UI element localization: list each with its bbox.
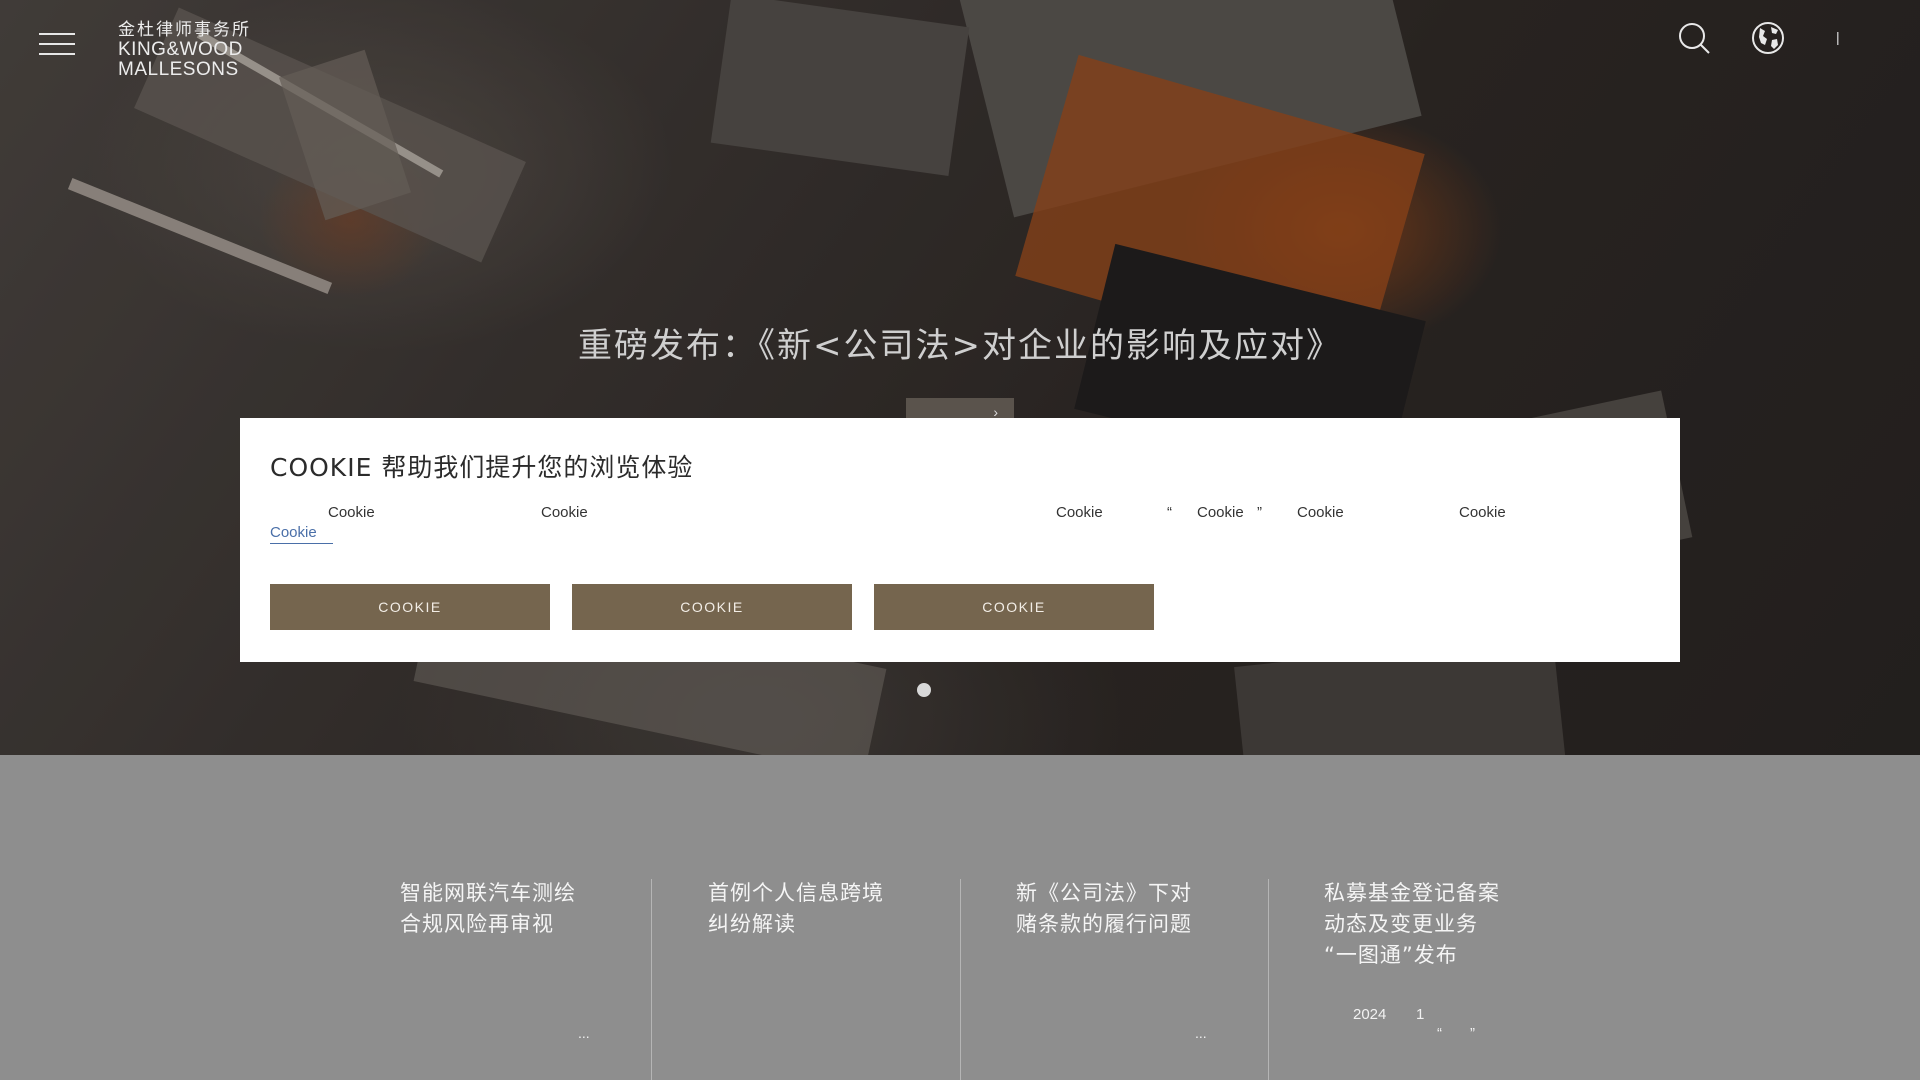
site-logo[interactable]: 金杜律师事务所 KING&WOOD MALLESONS: [118, 20, 258, 80]
news-card[interactable]: 新《公司法》下对 赌条款的履行问题: [1016, 878, 1206, 940]
news-title-line: 赌条款的履行问题: [1016, 912, 1192, 936]
menu-icon[interactable]: [39, 32, 75, 56]
cookie-body-text: Cookie: [541, 504, 588, 521]
news-title-line: “一图通”发布: [1324, 943, 1458, 967]
news-divider: [651, 879, 652, 1080]
news-quote-open: “: [1437, 1025, 1442, 1042]
news-title-line: 合规风险再审视: [400, 912, 554, 936]
news-title-line: 新《公司法》下对: [1016, 881, 1192, 905]
logo-english-line1: KING&WOOD: [118, 39, 243, 60]
hero-title[interactable]: 重磅发布：《新<公司法>对企业的影响及应对》: [0, 318, 1920, 367]
globe-icon[interactable]: [1751, 21, 1785, 55]
news-section: 智能网联汽车测绘 合规风险再审视 ... 首例个人信息跨境 纠纷解读 新《公司法…: [0, 755, 1920, 1080]
logo-english-line2: MALLESONS: [118, 59, 239, 80]
cookie-body-text: Cookie: [1056, 504, 1103, 521]
news-ellipsis: ...: [578, 1025, 590, 1041]
news-divider: [960, 879, 961, 1080]
news-card[interactable]: 私募基金登记备案 动态及变更业务 “一图通”发布: [1324, 878, 1514, 971]
cookie-settings-button[interactable]: COOKIE: [270, 584, 550, 630]
news-title-line: 首例个人信息跨境: [708, 881, 884, 905]
news-title-line: 纠纷解读: [708, 912, 796, 936]
cookie-body-text: Cookie: [1197, 504, 1244, 521]
cookie-reject-button[interactable]: COOKIE: [572, 584, 852, 630]
news-card[interactable]: 智能网联汽车测绘 合规风险再审视: [400, 878, 590, 940]
cookie-consent-dialog: COOKIE 帮助我们提升您的浏览体验 Cookie Cookie Cookie…: [240, 418, 1680, 662]
news-title-line: 私募基金登记备案: [1324, 881, 1500, 905]
cookie-policy-link[interactable]: Cookie: [270, 524, 333, 544]
news-quote-close: ”: [1470, 1025, 1475, 1042]
news-date-month: 1: [1416, 1006, 1425, 1023]
search-icon[interactable]: [1677, 21, 1711, 55]
cookie-body-text: ”: [1257, 504, 1262, 521]
news-divider: [1268, 879, 1269, 1080]
cookie-dialog-title: COOKIE 帮助我们提升您的浏览体验: [270, 453, 694, 482]
language-separator: |: [1836, 29, 1840, 45]
news-title-line: 智能网联汽车测绘: [400, 881, 576, 905]
cookie-body-text: “: [1167, 504, 1172, 521]
cookie-accept-button[interactable]: COOKIE: [874, 584, 1154, 630]
news-card[interactable]: 首例个人信息跨境 纠纷解读: [708, 878, 898, 940]
logo-chinese-name: 金杜律师事务所: [118, 20, 251, 40]
carousel-dot[interactable]: [917, 683, 931, 697]
news-ellipsis: ...: [1195, 1025, 1207, 1041]
news-title-line: 动态及变更业务: [1324, 912, 1478, 936]
cookie-body-text: Cookie: [1459, 504, 1506, 521]
news-date-year: 2024: [1353, 1006, 1387, 1023]
cookie-body-text: Cookie: [328, 504, 375, 521]
cookie-body-text: Cookie: [1297, 504, 1344, 521]
